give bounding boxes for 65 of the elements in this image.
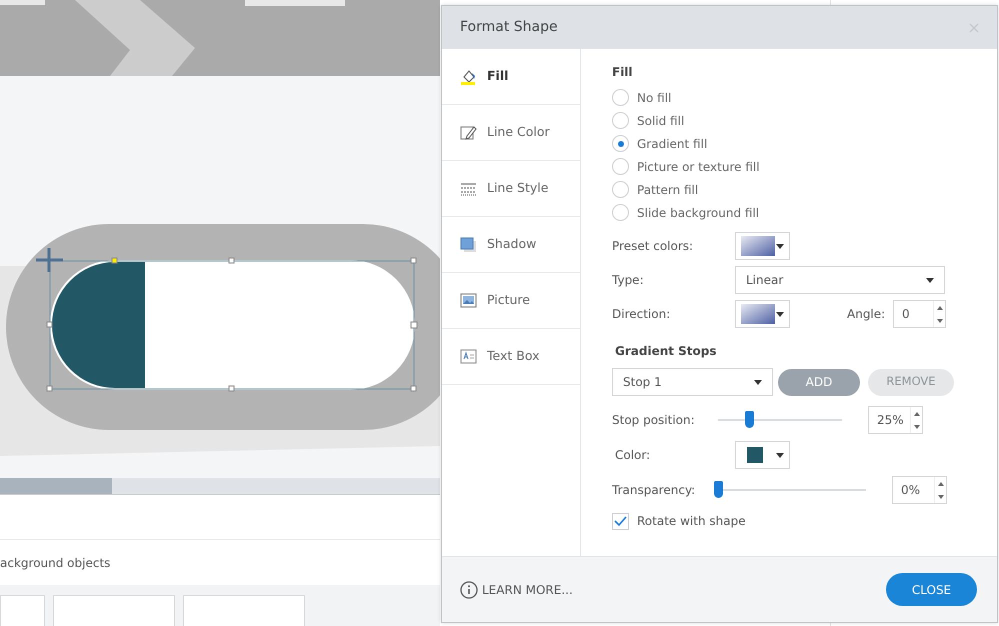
shadow-square-icon bbox=[460, 236, 477, 253]
radio-button[interactable] bbox=[612, 89, 629, 106]
sidebar-tab[interactable]: Shadow bbox=[442, 217, 580, 273]
spin-down-icon[interactable] bbox=[936, 318, 942, 322]
radio-button[interactable] bbox=[612, 135, 629, 152]
slide-thumbnail[interactable] bbox=[53, 595, 175, 626]
option-label: Slide background fill bbox=[637, 204, 760, 222]
option-label: Pattern fill bbox=[637, 182, 698, 198]
slide-thumbnail[interactable] bbox=[0, 595, 45, 626]
stop-position-spinbox[interactable]: 25% bbox=[868, 406, 923, 434]
section-heading: Fill bbox=[612, 64, 634, 81]
slider-thumb[interactable] bbox=[745, 411, 754, 428]
radio-button[interactable] bbox=[612, 158, 629, 175]
field-label: Preset colors: bbox=[612, 238, 694, 255]
option-label: No fill bbox=[637, 90, 672, 106]
info-icon bbox=[460, 580, 478, 598]
checkmark-icon bbox=[614, 515, 627, 527]
radio-button[interactable] bbox=[612, 204, 629, 221]
spin-up-icon[interactable] bbox=[936, 306, 942, 310]
caret-icon bbox=[776, 452, 784, 458]
field-label: Angle: bbox=[847, 306, 886, 323]
angle-spinbox[interactable]: 0 bbox=[893, 300, 946, 328]
spin-down-icon[interactable] bbox=[914, 424, 920, 428]
field-label: Transparency: bbox=[612, 482, 696, 499]
field-label: Type: bbox=[612, 272, 645, 289]
dialog-title: Format Shape bbox=[460, 18, 558, 37]
color-dropdown[interactable] bbox=[735, 441, 790, 469]
caret-icon bbox=[776, 312, 784, 316]
checkbox[interactable] bbox=[612, 512, 629, 530]
sidebar-tab[interactable]: Text Box bbox=[442, 329, 580, 385]
field-label: Direction: bbox=[612, 306, 672, 323]
learn-more-link[interactable]: LEARN MORE... bbox=[460, 580, 573, 598]
sidebar-tab[interactable]: Line Style bbox=[442, 161, 580, 217]
spin-up-icon[interactable] bbox=[938, 482, 944, 486]
slide-thumbnail[interactable] bbox=[183, 595, 305, 626]
pencil-icon bbox=[460, 124, 477, 141]
sidebar-tab[interactable]: Line Color bbox=[442, 105, 580, 161]
field-label: Color: bbox=[614, 447, 652, 464]
slider-thumb[interactable] bbox=[714, 481, 723, 498]
stop-dropdown[interactable]: Stop 1 bbox=[612, 368, 773, 396]
close-button[interactable]: CLOSE bbox=[886, 573, 977, 606]
option-label: Solid fill bbox=[637, 112, 684, 130]
caret-icon bbox=[926, 278, 934, 282]
direction-dropdown[interactable] bbox=[735, 300, 790, 328]
field-label: Stop position: bbox=[612, 412, 696, 429]
text-box-icon bbox=[460, 348, 477, 365]
option-label: Picture or texture fill bbox=[637, 158, 760, 176]
section-heading: Gradient Stops bbox=[615, 343, 718, 360]
sidebar-tab[interactable]: Picture bbox=[442, 273, 580, 329]
gradient-swatch-dropdown[interactable] bbox=[735, 232, 790, 260]
spin-up-icon[interactable] bbox=[914, 412, 920, 416]
option-label: Gradient fill bbox=[637, 136, 708, 152]
checkbox-label: Rotate with shape bbox=[637, 513, 746, 530]
caret-icon bbox=[776, 244, 784, 248]
sidebar-tab[interactable]: Fill bbox=[442, 49, 580, 105]
type-dropdown[interactable]: Linear bbox=[735, 266, 945, 294]
radio-button[interactable] bbox=[612, 112, 629, 129]
scrollbar-thumb[interactable] bbox=[0, 478, 112, 494]
spin-down-icon[interactable] bbox=[938, 494, 944, 498]
caret-icon bbox=[754, 380, 762, 384]
paint-bucket-icon bbox=[460, 68, 477, 85]
transparency-spinbox[interactable]: 0% bbox=[892, 476, 947, 504]
radio-button[interactable] bbox=[612, 181, 629, 198]
image-icon bbox=[460, 292, 477, 309]
background-objects-label: ackground objects bbox=[0, 554, 110, 572]
